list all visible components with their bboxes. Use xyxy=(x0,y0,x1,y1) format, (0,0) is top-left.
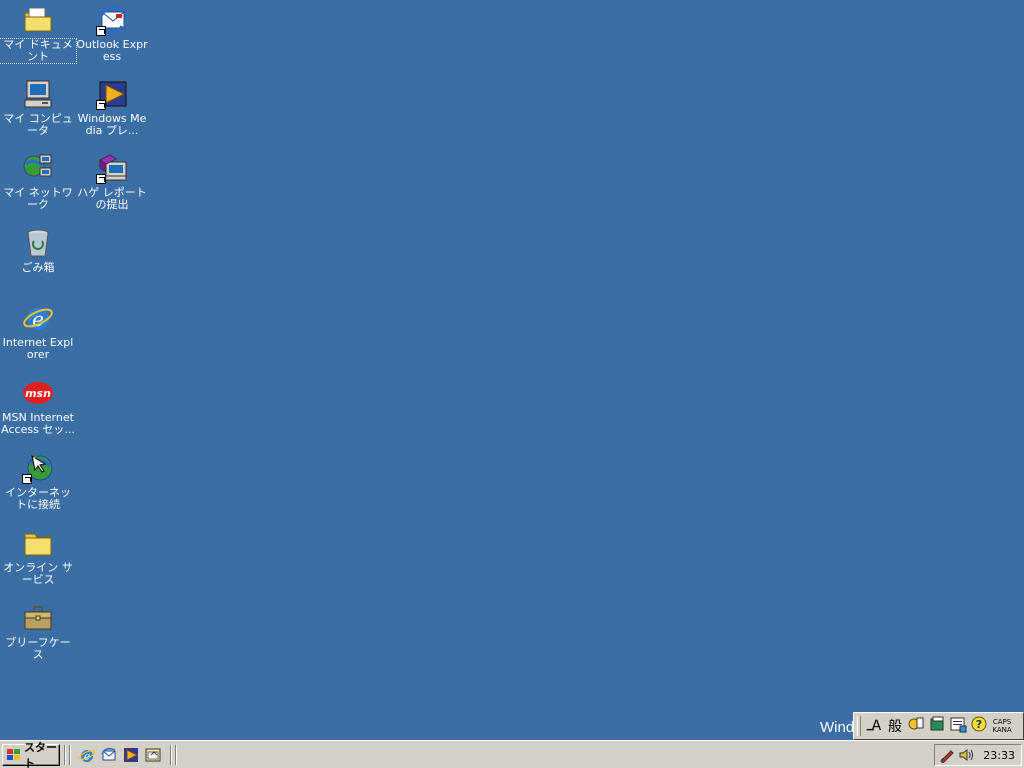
desktop-icon-my-network[interactable]: マイ ネットワーク xyxy=(0,152,76,211)
desktop-icon-briefcase[interactable]: ブリーフケース xyxy=(0,602,76,661)
desktop-icon-label: マイ ネットワーク xyxy=(3,186,73,211)
recycle-bin-icon xyxy=(22,227,54,259)
computer-icon xyxy=(22,78,54,110)
ime-mode-label: A xyxy=(871,718,882,734)
desktop-icon-label: インターネットに接続 xyxy=(5,486,71,511)
ime-tools-button[interactable] xyxy=(949,716,967,736)
internet-explorer-icon: e xyxy=(22,302,54,334)
network-icon xyxy=(22,152,54,184)
msn-icon: msn xyxy=(22,377,54,409)
connect-wizard-icon xyxy=(22,452,54,484)
desktop-icon-my-computer[interactable]: マイ コンピュータ xyxy=(0,78,76,137)
ime-mode-button[interactable]: ▁ A xyxy=(865,716,883,736)
desktop-icon-label: マイ ドキュメント xyxy=(0,38,77,64)
shortcut-arrow-icon xyxy=(96,174,106,184)
ime-dictionary-button[interactable] xyxy=(928,716,946,736)
desktop-icon-connect-internet[interactable]: インターネットに接続 xyxy=(0,452,76,511)
quicklaunch-windows-media-player-icon[interactable] xyxy=(122,746,140,764)
svg-text:?: ? xyxy=(976,718,982,731)
bug-report-icon xyxy=(96,152,128,184)
desktop-icon-online-services[interactable]: オンライン サービス xyxy=(0,527,76,586)
caps-kana-indicator: CAPS KANA xyxy=(991,716,1013,736)
outlook-express-icon xyxy=(96,4,128,36)
desktop-icon-windows-media-player[interactable]: Windows Media プレ... xyxy=(74,78,150,137)
briefcase-icon xyxy=(22,602,54,634)
desktop-icon-recycle-bin[interactable]: ごみ箱 xyxy=(0,227,76,274)
pen-icon[interactable] xyxy=(939,747,955,764)
start-button[interactable]: スタート xyxy=(2,741,60,768)
desktop-icon-my-documents[interactable]: マイ ドキュメント xyxy=(0,4,77,64)
taskbar-separator xyxy=(64,745,66,765)
ime-conversion-label: 般 xyxy=(888,719,902,735)
shortcut-arrow-icon xyxy=(96,100,106,110)
shortcut-arrow-icon xyxy=(96,26,106,36)
taskbar-separator xyxy=(69,745,71,765)
volume-icon[interactable] xyxy=(958,747,974,763)
taskbar: スタート e 23:33 xyxy=(0,740,1024,768)
desktop-icon-label: Internet Explorer xyxy=(2,336,74,361)
desktop-icon-label: ハゲ レポートの提出 xyxy=(77,186,147,211)
folder-documents-icon xyxy=(22,4,54,36)
ime-pad-icon xyxy=(907,715,925,737)
desktop-icon-msn[interactable]: msn MSN Internet Access セッ... xyxy=(0,377,76,436)
quicklaunch-internet-explorer-icon[interactable]: e xyxy=(78,746,96,764)
toolbar-grip[interactable] xyxy=(857,716,861,736)
desktop-icon-outlook-express[interactable]: Outlook Express xyxy=(74,4,150,63)
desktop: マイ ドキュメント マイ コンピュータ マイ ネットワーク ごみ箱 e Inte… xyxy=(0,0,1024,740)
taskbar-separator xyxy=(175,745,177,765)
kana-label: KANA xyxy=(992,726,1012,734)
desktop-icon-bug-report[interactable]: ハゲ レポートの提出 xyxy=(74,152,150,211)
desktop-icon-label: ごみ箱 xyxy=(21,261,55,274)
desktop-icon-label: Windows Media プレ... xyxy=(77,112,147,137)
help-icon: ? xyxy=(970,715,988,737)
taskbar-separator xyxy=(170,745,172,765)
desktop-icon-label: ブリーフケース xyxy=(5,636,71,661)
caps-label: CAPS xyxy=(992,718,1012,726)
windows-flag-icon xyxy=(6,748,22,762)
desktop-icon-label: Outlook Express xyxy=(76,38,148,63)
windows-media-player-icon xyxy=(96,78,128,110)
ime-conversion-button[interactable]: 般 xyxy=(886,716,904,736)
svg-text:msn: msn xyxy=(25,387,51,400)
clock[interactable]: 23:33 xyxy=(983,749,1015,762)
desktop-icon-label: MSN Internet Access セッ... xyxy=(1,411,75,436)
ime-toolbar: ▁ A 般 ? CAPS KANA xyxy=(853,712,1024,740)
quicklaunch-show-desktop-icon[interactable] xyxy=(144,746,162,764)
desktop-icon-label: マイ コンピュータ xyxy=(3,112,73,137)
dictionary-icon xyxy=(928,715,946,737)
ime-pad-button[interactable] xyxy=(907,716,925,736)
desktop-icon-internet-explorer[interactable]: e Internet Explorer xyxy=(0,302,76,361)
quicklaunch-outlook-express-icon[interactable] xyxy=(100,746,118,764)
folder-icon xyxy=(22,527,54,559)
system-tray: 23:33 xyxy=(934,744,1022,766)
desktop-icon-label: オンライン サービス xyxy=(3,561,73,586)
tools-icon xyxy=(949,715,967,737)
start-label: スタート xyxy=(24,741,57,768)
shortcut-arrow-icon xyxy=(22,474,32,484)
ime-help-button[interactable]: ? xyxy=(970,716,988,736)
